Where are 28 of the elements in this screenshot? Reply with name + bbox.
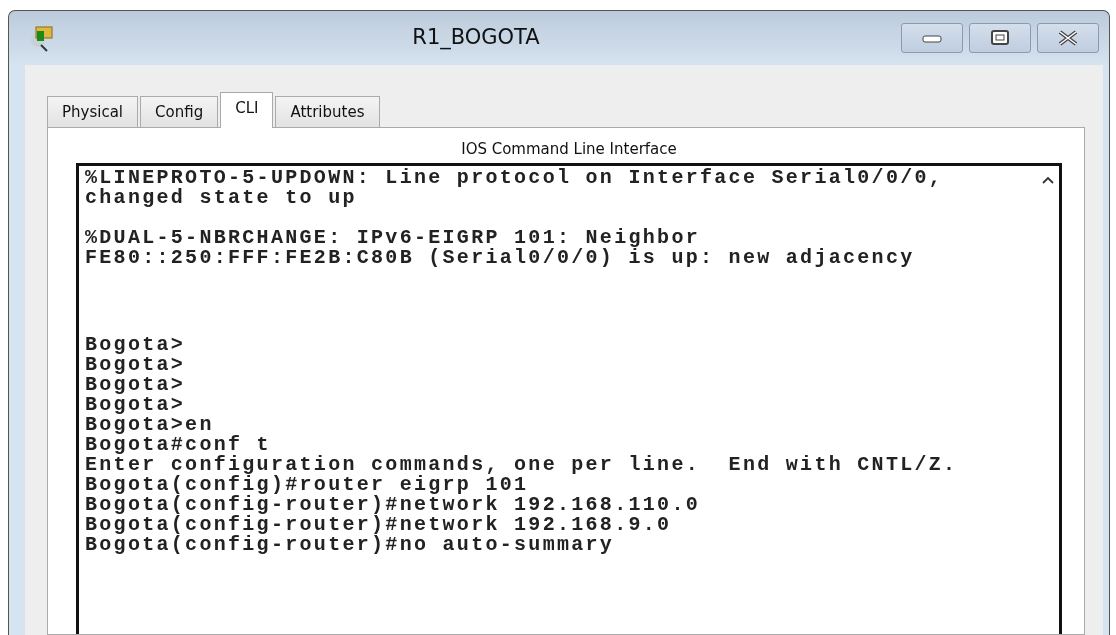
terminal-line: Bogota(config-router)#no auto-summary [85,534,616,555]
terminal-line: Enter configuration commands, one per line. End with CNTL/Z. [85,454,959,475]
terminal-line: changed state to up [85,187,358,208]
maximize-icon [991,30,1009,46]
maximize-button[interactable] [969,23,1031,53]
window-title: R1_BOGOTA [411,24,541,52]
close-button[interactable] [1037,23,1099,53]
tab[interactable]: Physical [47,96,139,127]
terminal-line: Bogota> [85,394,187,415]
tab[interactable]: Config [140,96,219,127]
terminal-line: Bogota>en [85,414,214,435]
terminal-line: %LINEPROTO-5-UPDOWN: Line protocol on Interface Serial0/0/0, [85,167,945,188]
scroll-up-icon[interactable] [1042,175,1054,184]
terminal-line: Bogota#conf t [85,434,271,455]
close-icon [1057,30,1079,46]
terminal-line: Bogota(config)#router eigrp 101 [85,474,530,495]
tab[interactable]: CLI [220,92,274,128]
terminal-line: Bogota(config-router)#network 192.168.110.0 [85,494,701,515]
minimize-button[interactable] [901,23,963,53]
terminal-line: Bogota> [85,334,187,355]
terminal-line: FE80::250:FFF:FE2B:C80B (Serial0/0/0) is up: new adjacency [85,247,916,268]
terminal-line: Bogota> [85,374,187,395]
terminal-line: %DUAL-5-NBRCHANGE: IPv6-EIGRP 101: Neighbor [85,227,701,248]
terminal-line: Bogota> [85,354,187,375]
tab[interactable]: Attributes [275,96,380,127]
terminal-line: Bogota(config-router)#network 192.168.9.0 [85,514,673,535]
panel-title: IOS Command Line Interface [460,139,678,160]
minimize-icon [922,33,942,43]
